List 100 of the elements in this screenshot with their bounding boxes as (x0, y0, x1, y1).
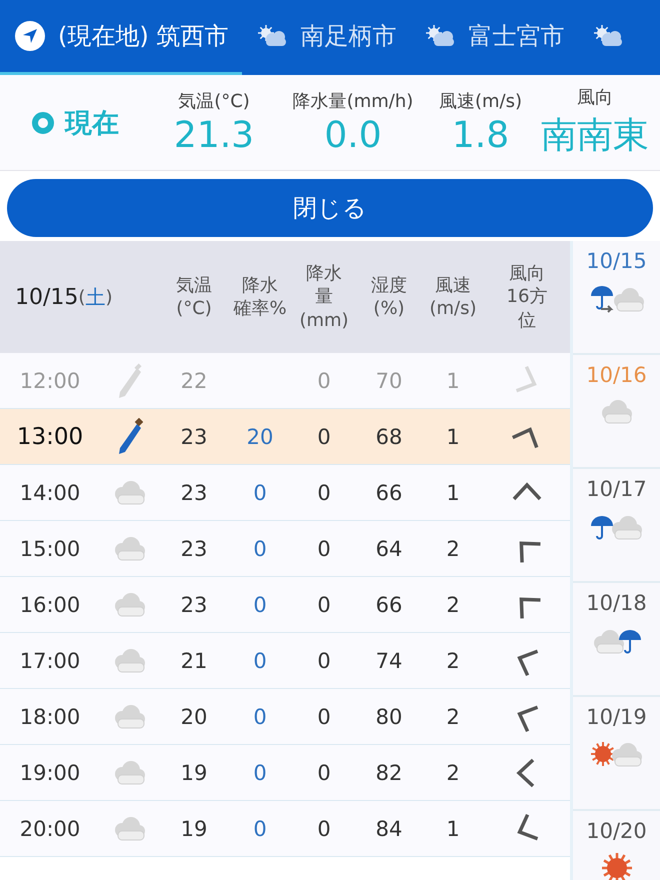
probability-cell-text: 0 (252, 536, 268, 560)
weekday: 土 (85, 284, 106, 310)
wind-speed-cell-text: 1 (445, 368, 461, 392)
hour-row[interactable]: 17:00 21 0 0 74 2 (0, 633, 570, 689)
location-tab[interactable]: 南足柄市 (242, 0, 410, 75)
amount-cell-text: 0 (316, 368, 332, 392)
closed-umbrella-icon (117, 362, 143, 400)
day-date[interactable]: 10/19 (586, 705, 647, 729)
day-date[interactable]: 10/18 (586, 591, 647, 615)
column-header: 位 (518, 308, 536, 332)
sun-cloud-icon (256, 24, 288, 48)
probability-cell-text: 0 (252, 648, 268, 672)
metric-label: 降水量(mm/h) (292, 90, 414, 113)
column-header: 風向 (509, 262, 545, 286)
current-label: 現在 (65, 106, 119, 140)
column-header: 確率% (233, 297, 287, 320)
humidity-cell-text: 82 (374, 760, 404, 784)
amount-cell-text: 0 (316, 760, 332, 784)
amount-cell-text: 0 (316, 592, 332, 616)
time-cell-text: 16:00 (18, 592, 82, 616)
parenthesis: ) (105, 286, 112, 308)
wind-speed-cell-text: 1 (445, 816, 461, 840)
metric-label: 気温(°C) (178, 90, 250, 113)
column-header: (%) (373, 297, 405, 320)
sun-cloud-icon (592, 24, 624, 48)
hour-row[interactable]: 13:00 23 20 0 68 1 (0, 409, 570, 465)
temperature-cell-text: 20 (180, 704, 208, 728)
hour-row[interactable]: 20:00 19 0 0 84 1 (0, 801, 570, 857)
day-date[interactable]: 10/20 (586, 819, 647, 843)
temperature-cell-text: 23 (180, 592, 208, 616)
column-header: 16方 (506, 285, 548, 309)
wind-speed-cell-text: 1 (445, 480, 461, 504)
probability-cell-text: 0 (252, 592, 268, 616)
humidity-cell-text: 74 (374, 648, 404, 672)
wind-speed-cell-text: 2 (445, 592, 461, 616)
amount-cell-text: 0 (316, 480, 332, 504)
metric-value: 0.0 (324, 115, 382, 156)
wind-speed-cell-text: 2 (445, 760, 461, 784)
wind-speed-cell-text: 1 (445, 424, 461, 448)
sun-icon (602, 853, 632, 880)
humidity-cell-text: 80 (374, 704, 404, 728)
temperature-cell-text: 21 (180, 648, 208, 672)
temperature-cell-text: 23 (180, 424, 208, 448)
column-header: 気温 (176, 274, 212, 297)
day-date[interactable]: 10/15 (586, 249, 647, 273)
close-button[interactable]: 閉じる (7, 179, 653, 237)
probability-cell-text: 20 (246, 424, 274, 448)
probability-cell-text: 0 (252, 760, 268, 784)
humidity-cell-text: 84 (374, 816, 404, 840)
ring-icon (31, 110, 55, 134)
column-header: 降水 (306, 262, 342, 286)
column-header: 量 (315, 285, 333, 309)
hour-row[interactable]: 14:00 23 0 0 66 1 (0, 465, 570, 521)
time-cell-text: 19:00 (18, 760, 82, 784)
metric-value: 1.8 (452, 115, 510, 156)
humidity-cell-text: 66 (374, 592, 404, 616)
sun-cloud-icon (424, 24, 456, 48)
metric-label: 風速(m/s) (438, 90, 522, 113)
column-header: (m/s) (429, 297, 477, 320)
amount-cell-text: 0 (316, 536, 332, 560)
temperature-cell-text: 23 (180, 536, 208, 560)
metric-label: 風向 (577, 86, 613, 109)
metric-value: 21.3 (174, 115, 254, 156)
column-header: (°C) (176, 297, 212, 320)
wind-speed-cell-text: 2 (445, 536, 461, 560)
wind-speed-cell-text: 2 (445, 648, 461, 672)
column-header: 降水 (242, 274, 278, 297)
humidity-cell-text: 64 (374, 536, 404, 560)
day-date[interactable]: 10/17 (586, 477, 647, 501)
probability-cell-text: 0 (252, 480, 268, 504)
temperature-cell-text: 23 (180, 480, 208, 504)
time-cell-text: 12:00 (18, 368, 82, 392)
sun-cloud-icon (588, 739, 644, 769)
time-cell-text: 20:00 (18, 816, 82, 840)
probability-cell-text: 0 (252, 816, 268, 840)
temperature-cell-text: 19 (180, 760, 208, 784)
hour-row[interactable]: 19:00 19 0 0 82 2 (0, 745, 570, 801)
column-header: 湿度 (371, 274, 407, 297)
hour-row[interactable]: 15:00 23 0 0 64 2 (0, 521, 570, 577)
amount-cell-text: 0 (316, 424, 332, 448)
temperature-cell-text: 19 (180, 816, 208, 840)
humidity-cell-text: 66 (374, 480, 404, 504)
hour-row[interactable]: 18:00 20 0 0 80 2 (0, 689, 570, 745)
column-header: 風速 (435, 274, 471, 297)
time-cell-text: 14:00 (18, 480, 82, 504)
parenthesis: ( (78, 286, 86, 308)
metric-value: 南南東 (541, 114, 649, 158)
probability-cell-text: 0 (252, 704, 268, 728)
time-cell-text: 18:00 (18, 704, 82, 728)
time-cell-text: 17:00 (18, 648, 82, 672)
humidity-cell-text: 70 (374, 368, 404, 392)
location-tab[interactable]: 富士宮市 (410, 0, 578, 75)
date-heading: 10/15 (15, 284, 78, 310)
column-header: (mm) (299, 308, 349, 332)
time-cell-text: 13:00 (16, 424, 84, 450)
hour-row[interactable]: 16:00 23 0 0 66 2 (0, 577, 570, 633)
time-cell-text: 15:00 (18, 536, 82, 560)
amount-cell-text: 0 (316, 648, 332, 672)
wind-speed-cell-text: 2 (445, 704, 461, 728)
amount-cell-text: 0 (316, 704, 332, 728)
